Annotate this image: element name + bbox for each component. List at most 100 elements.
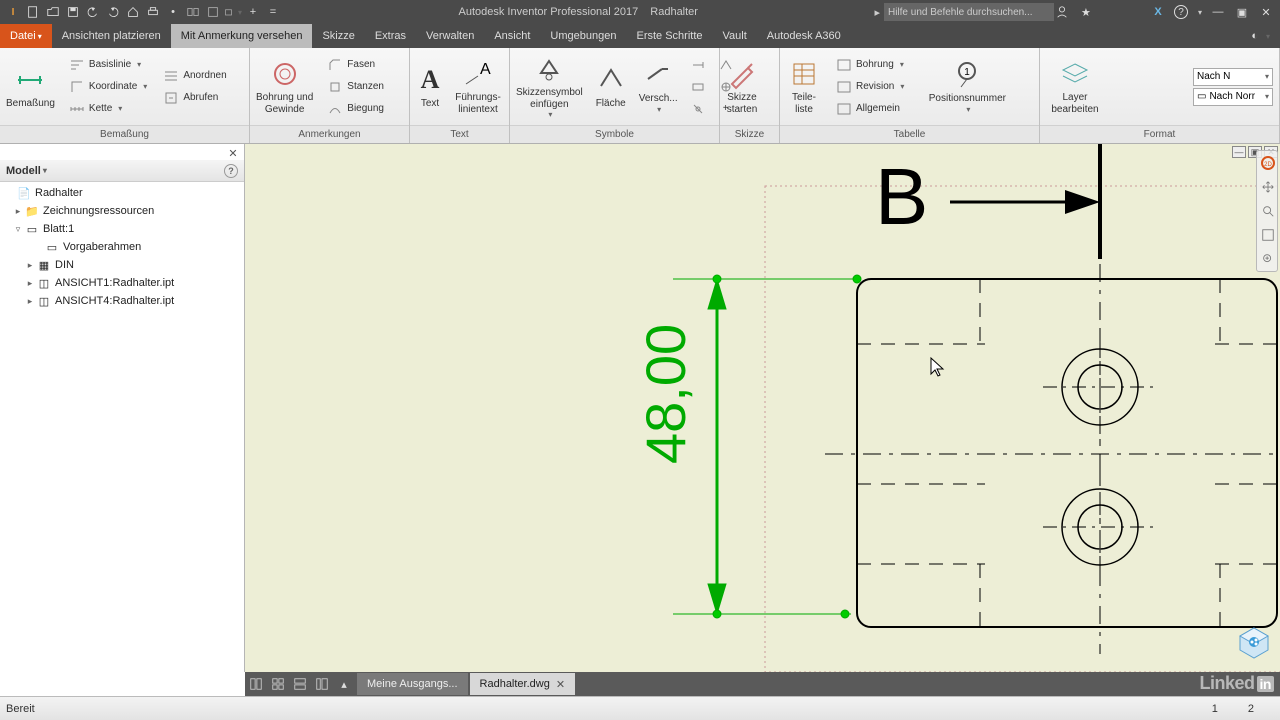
dimension-button[interactable]: Bemaßung <box>0 49 61 125</box>
zoom-all-icon[interactable] <box>1257 223 1279 247</box>
chain-button[interactable]: Kette▾ <box>65 98 151 120</box>
leader-text-button[interactable]: A Führungs- linientext <box>450 49 506 125</box>
browser-close-button[interactable]: ✕ <box>226 146 240 160</box>
tab-vault[interactable]: Vault <box>713 24 757 48</box>
tab-tools[interactable]: Extras <box>365 24 416 48</box>
hole-table-button[interactable]: Bohrung▾ <box>832 54 908 76</box>
section-label: B <box>875 152 928 241</box>
ribbon: Bemaßung Basislinie▾ Koordinate▾ Kette▾ … <box>0 48 1280 144</box>
full-nav-icon[interactable]: 2D <box>1257 151 1279 175</box>
tab-layout-2-icon[interactable] <box>267 673 289 695</box>
app-icon[interactable]: I <box>4 3 22 21</box>
tree-border[interactable]: ▭Vorgaberahmen <box>0 238 244 256</box>
tab-manage[interactable]: Verwalten <box>416 24 484 48</box>
qat-more-1[interactable]: • <box>164 3 182 21</box>
star-icon[interactable]: ★ <box>1078 4 1094 20</box>
view-icon: ◫ <box>36 276 52 290</box>
drawing-canvas[interactable]: B <box>245 144 1280 672</box>
qat-eq-icon[interactable]: = <box>264 3 282 21</box>
panel-title-sketch: Skizze <box>720 125 779 143</box>
layer-combo[interactable]: ▭Nach Norr▾ <box>1193 88 1273 106</box>
tab-layout-1-icon[interactable] <box>245 673 267 695</box>
undo-icon[interactable] <box>84 3 102 21</box>
minimize-button[interactable]: — <box>1210 4 1226 20</box>
open-icon[interactable] <box>44 3 62 21</box>
tab-view[interactable]: Ansicht <box>484 24 540 48</box>
tab-layout-4-icon[interactable] <box>311 673 333 695</box>
status-message: Bereit <box>6 703 35 715</box>
tree-view1[interactable]: ▸◫ANSICHT1:Radhalter.ipt <box>0 274 244 292</box>
baseline-button[interactable]: Basislinie▾ <box>65 54 151 76</box>
exchange-icon[interactable]: X <box>1150 4 1166 20</box>
zoom-icon[interactable] <box>1257 199 1279 223</box>
sheet-icon: ▭ <box>24 222 40 236</box>
save-icon[interactable] <box>64 3 82 21</box>
ordinate-button[interactable]: Koordinate▾ <box>65 76 151 98</box>
tree-root[interactable]: 📄Radhalter <box>0 184 244 202</box>
svg-text:1: 1 <box>965 67 971 78</box>
doctab-radhalter[interactable]: Radhalter.dwg✕ <box>470 673 576 695</box>
help-dd-icon[interactable]: ▾ <box>1198 8 1202 17</box>
sym-small-1[interactable] <box>686 54 710 76</box>
tab-file[interactable]: Datei ▾ <box>0 24 52 48</box>
doctab-home[interactable]: Meine Ausgangs... <box>357 673 468 695</box>
tab-getstarted[interactable]: Erste Schritte <box>626 24 712 48</box>
tab-a360[interactable]: Autodesk A360 <box>757 24 851 48</box>
chevron-down-icon[interactable]: ▾ <box>43 166 47 175</box>
qat-dd-icon[interactable]: ▾ <box>224 3 242 21</box>
balloon-button[interactable]: 1 Positionsnummer▾ <box>912 49 1022 125</box>
hole-thread-button[interactable]: Bohrung und Gewinde <box>250 49 319 125</box>
canvas-min-button[interactable]: — <box>1232 146 1246 158</box>
tab-annotate[interactable]: Mit Anmerkung versehen <box>171 24 313 48</box>
new-icon[interactable] <box>24 3 42 21</box>
help-search[interactable]: Hilfe und Befehle durchsuchen... <box>884 3 1054 21</box>
close-button[interactable]: ✕ <box>1258 4 1274 20</box>
tab-sketch[interactable]: Skizze <box>312 24 364 48</box>
tb-arrow-icon[interactable]: ▸ <box>874 6 880 19</box>
home-icon[interactable] <box>124 3 142 21</box>
qat-item-icon[interactable] <box>204 3 222 21</box>
ribbon-bullet-icon[interactable]: ◐ <box>1251 30 1258 42</box>
pan-icon[interactable] <box>1257 175 1279 199</box>
tree-view4[interactable]: ▸◫ANSICHT4:Radhalter.ipt <box>0 292 244 310</box>
zoom-window-icon[interactable] <box>1257 247 1279 271</box>
panel-title-format: Format <box>1040 125 1279 143</box>
text-button[interactable]: A Text <box>410 49 450 125</box>
share-cube-icon[interactable] <box>1236 624 1272 660</box>
status-bar: Bereit 1 2 <box>0 696 1280 720</box>
qat-gallery-icon[interactable] <box>184 3 202 21</box>
qat-plus-icon[interactable]: + <box>244 3 262 21</box>
punch-button[interactable]: Stanzen <box>323 76 388 98</box>
sym-small-3[interactable] <box>686 98 710 120</box>
tab-place-views[interactable]: Ansichten platzieren <box>52 24 171 48</box>
tree-resources[interactable]: ▸📁Zeichnungsressourcen <box>0 202 244 220</box>
style-combo[interactable]: Nach N▾ <box>1193 68 1273 86</box>
redo-icon[interactable] <box>104 3 122 21</box>
tree-titleblock[interactable]: ▸▦DIN <box>0 256 244 274</box>
maximize-button[interactable]: ▣ <box>1234 4 1250 20</box>
edit-layers-button[interactable]: Layer bearbeiten <box>1040 49 1110 125</box>
chamfer-button[interactable]: Fasen <box>323 54 388 76</box>
help-icon[interactable]: ? <box>1174 5 1188 19</box>
weld-button[interactable]: Versch...▾ <box>633 49 684 125</box>
parts-list-button[interactable]: Teile- liste <box>780 49 828 125</box>
doctab-close-icon[interactable]: ✕ <box>556 678 565 691</box>
signin-icon[interactable] <box>1054 4 1070 20</box>
tree-sheet[interactable]: ▿▭Blatt:1 <box>0 220 244 238</box>
general-table-button[interactable]: Allgemein <box>832 98 908 120</box>
print-icon[interactable] <box>144 3 162 21</box>
retrieve-button[interactable]: Abrufen <box>159 87 230 109</box>
tab-layout-3-icon[interactable] <box>289 673 311 695</box>
browser-help-icon[interactable]: ? <box>224 164 238 178</box>
surface-button[interactable]: Fläche <box>589 49 633 125</box>
bend-button[interactable]: Biegung <box>323 98 388 120</box>
tab-environments[interactable]: Umgebungen <box>540 24 626 48</box>
insert-sketch-symbol-button[interactable]: Skizzensymbol einfügen▾ <box>510 49 589 125</box>
dimension-48: 48,00 <box>634 275 861 618</box>
revision-table-button[interactable]: Revision▾ <box>832 76 908 98</box>
tab-up-icon[interactable]: ▴ <box>333 673 355 695</box>
document-tabs: ▴ Meine Ausgangs... Radhalter.dwg✕ <box>245 672 1280 696</box>
sym-small-2[interactable] <box>686 76 710 98</box>
start-sketch-button[interactable]: Skizze starten <box>720 49 764 125</box>
arrange-button[interactable]: Anordnen <box>159 65 230 87</box>
